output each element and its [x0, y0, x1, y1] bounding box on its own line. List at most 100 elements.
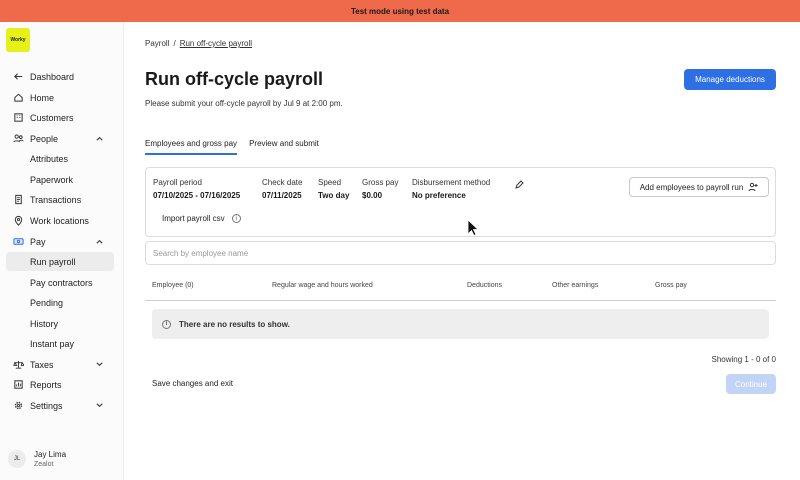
column-regular-wage[interactable]: Regular wage and hours worked [272, 282, 373, 289]
sidebar-item-label: Home [30, 92, 55, 103]
column-other-earnings[interactable]: Other earnings [552, 282, 598, 289]
check-date-value: 07/11/2025 [262, 191, 302, 200]
sidebar-item-customers[interactable]: Customers [6, 108, 114, 127]
column-employee[interactable]: Employee (0) [152, 282, 194, 289]
continue-button[interactable]: Continue [726, 374, 776, 394]
sidebar-item-label: Paperwork [30, 174, 74, 185]
info-icon[interactable]: i [231, 214, 241, 223]
sidebar-item-label: Pending [30, 297, 64, 308]
tabs: Employees and gross pay Preview and subm… [145, 139, 319, 155]
speed-label: Speed [318, 178, 342, 187]
avatar: JL [8, 450, 26, 468]
search-placeholder: Search by employee name [153, 248, 249, 258]
breadcrumb-current[interactable]: Run off-cycle payroll [180, 39, 252, 48]
check-date-field: Check date 07/11/2025 [262, 178, 302, 200]
breadcrumb: Payroll / Run off-cycle payroll [145, 39, 252, 48]
sidebar-item-label: People [30, 133, 59, 144]
empty-state: i There are no results to show. [152, 309, 769, 339]
breadcrumb-separator: / [173, 39, 176, 48]
sidebar-item-work-locations[interactable]: Work locations [6, 211, 114, 230]
tab-employees-gross-pay[interactable]: Employees and gross pay [145, 139, 238, 155]
sidebar-item-history[interactable]: History [6, 314, 114, 333]
disbursement-label: Disbursement method [412, 178, 491, 187]
sidebar-item-label: Pay contractors [30, 277, 93, 288]
sidebar-item-attributes[interactable]: Attributes [6, 149, 114, 168]
sidebar-item-run-payroll[interactable]: Run payroll [6, 252, 114, 271]
payroll-period-label: Payroll period [153, 178, 202, 187]
page-title: Run off-cycle payroll [145, 69, 324, 89]
page-subtitle: Please submit your off-cycle payroll by … [145, 99, 343, 108]
column-deductions[interactable]: Deductions [467, 282, 502, 289]
sidebar-item-label: Attributes [30, 153, 69, 164]
sidebar-item-pending[interactable]: Pending [6, 293, 114, 312]
pagination-status: Showing 1 - 0 of 0 [711, 355, 776, 364]
scale-icon [12, 359, 24, 371]
sidebar-item-label: Customers [30, 112, 74, 123]
user-profile[interactable]: JL Jay Lima Zealot [8, 450, 66, 468]
gear-icon [12, 400, 24, 412]
sidebar-item-pay-contractors[interactable]: Pay contractors [6, 273, 114, 292]
chevron-down-icon [96, 403, 103, 408]
sidebar: Worky Dashboard Home Customers People At… [0, 22, 124, 480]
disbursement-field: Disbursement method No preference [412, 178, 490, 200]
manage-deductions-button[interactable]: Manage deductions [684, 69, 776, 90]
import-payroll-csv[interactable]: Import payroll csv i [162, 214, 241, 223]
save-exit-button[interactable]: Save changes and exit [152, 379, 233, 388]
logo-text: Worky [10, 37, 26, 43]
add-employees-label: Add employees to payroll run [639, 182, 744, 192]
home-icon [12, 92, 24, 104]
sidebar-item-paperwork[interactable]: Paperwork [6, 170, 114, 189]
sidebar-item-label: Taxes [30, 359, 54, 370]
sidebar-item-label: Transactions [30, 194, 82, 205]
sidebar-item-dashboard[interactable]: Dashboard [6, 67, 114, 86]
people-icon [12, 133, 24, 145]
add-employees-button[interactable]: Add employees to payroll run [629, 177, 769, 197]
sidebar-item-instant-pay[interactable]: Instant pay [6, 334, 114, 353]
sidebar-item-pay[interactable]: Pay [6, 232, 114, 251]
sidebar-item-label: Dashboard [30, 71, 75, 82]
sidebar-item-label: Work locations [30, 215, 89, 226]
user-name: Jay Lima [34, 450, 67, 459]
user-role: Zealot [34, 461, 54, 468]
info-icon: i [162, 319, 171, 329]
sidebar-item-label: Instant pay [30, 338, 75, 349]
sidebar-item-reports[interactable]: Reports [6, 375, 114, 394]
main-content: Payroll / Run off-cycle payroll Run off-… [125, 22, 800, 480]
search-input[interactable]: Search by employee name [145, 241, 776, 265]
disbursement-value: No preference [412, 191, 466, 200]
check-date-label: Check date [262, 178, 303, 187]
sidebar-item-transactions[interactable]: Transactions [6, 190, 114, 209]
test-mode-banner: Test mode using test data [0, 0, 800, 22]
table-header: Employee (0) Regular wage and hours work… [145, 279, 776, 301]
money-icon [12, 236, 24, 248]
mouse-cursor-icon [467, 219, 479, 237]
receipt-icon [12, 194, 24, 206]
arrow-left-icon [12, 71, 24, 83]
chevron-up-icon [96, 239, 103, 244]
gross-pay-field: Gross pay $0.00 [362, 178, 398, 200]
column-gross-pay[interactable]: Gross pay [655, 282, 687, 289]
sidebar-item-label: Run payroll [30, 256, 76, 267]
sidebar-item-people[interactable]: People [6, 129, 114, 148]
speed-value: Two day [318, 191, 350, 200]
sidebar-item-settings[interactable]: Settings [6, 396, 114, 415]
payroll-period-card: Payroll period 07/10/2025 - 07/16/2025 C… [145, 167, 776, 237]
empty-message: There are no results to show. [179, 319, 290, 329]
pencil-icon[interactable] [514, 180, 524, 190]
location-pin-icon [12, 215, 24, 227]
sidebar-item-label: Reports [30, 379, 62, 390]
sidebar-item-label: Settings [30, 400, 63, 411]
breadcrumb-root[interactable]: Payroll [145, 39, 169, 48]
banner-text: Test mode using test data [350, 6, 450, 16]
gross-pay-value: $0.00 [362, 191, 383, 200]
tab-preview-submit[interactable]: Preview and submit [249, 139, 319, 155]
chevron-up-icon [96, 136, 103, 141]
speed-field: Speed Two day [318, 178, 349, 200]
brand-logo[interactable]: Worky [6, 28, 30, 52]
sidebar-item-home[interactable]: Home [6, 88, 114, 107]
sidebar-item-label: History [30, 318, 59, 329]
sidebar-item-taxes[interactable]: Taxes [6, 355, 114, 374]
add-user-icon [748, 182, 758, 192]
report-icon [12, 379, 24, 391]
payroll-period-field: Payroll period 07/10/2025 - 07/16/2025 [153, 178, 240, 200]
